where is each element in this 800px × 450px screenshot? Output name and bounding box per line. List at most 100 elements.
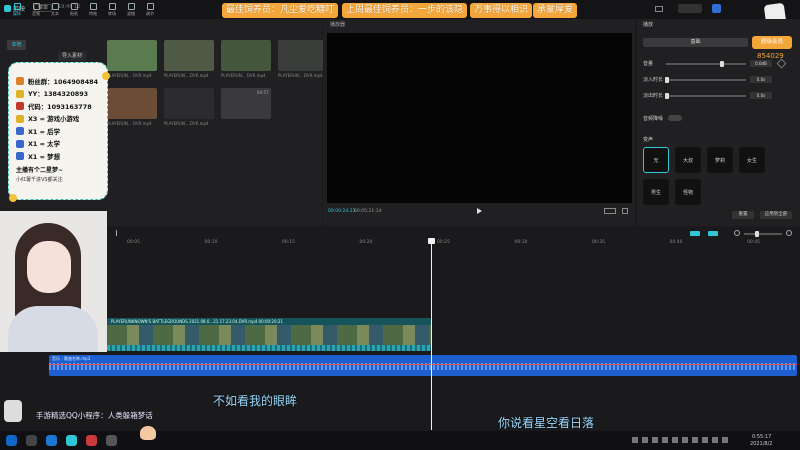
voice-effect-option[interactable]: 大叔: [675, 147, 701, 173]
fadein-value[interactable]: 0.0s: [750, 76, 772, 83]
timeline-tick-label: 00:10: [204, 240, 218, 245]
info-row: X1 = 太学: [16, 138, 101, 151]
fadein-slider[interactable]: [666, 79, 746, 81]
zoom-in-icon[interactable]: [786, 230, 792, 236]
toolbar-item[interactable]: 滤镜: [124, 2, 138, 18]
subtitle-left: 不如看我的眼眸: [213, 394, 298, 408]
fadeout-knob[interactable]: [665, 93, 669, 99]
mascot-icon: [4, 400, 22, 422]
voice-effect-option[interactable]: 男生: [643, 179, 669, 205]
zoom-knob[interactable]: [755, 231, 759, 237]
info-row: YY：1384320893: [16, 88, 101, 101]
toolbar-item-label: 转场: [108, 11, 116, 16]
fadeout-value[interactable]: 0.0s: [750, 92, 772, 99]
toolbar-item[interactable]: 调节: [143, 2, 157, 18]
toolbar-item-icon: [108, 3, 116, 10]
denoise-toggle[interactable]: [668, 115, 682, 121]
info-row-text: YY：1384320893: [28, 90, 89, 99]
media-clip-name: PLAYERUN... DVR.mp4: [107, 121, 152, 126]
fullscreen-icon[interactable]: [622, 208, 628, 214]
voice-effect-option[interactable]: 萝莉: [707, 147, 733, 173]
start-icon[interactable]: [6, 435, 17, 446]
zoom-out-icon[interactable]: [734, 230, 740, 236]
banner-3: 万事得以相识: [470, 3, 533, 18]
timeline-tick-label: 00:40: [669, 240, 683, 245]
media-clip-thumbnail[interactable]: [221, 40, 271, 71]
fadeout-label: 淡出时长: [643, 93, 664, 99]
denoise-label: 音频降噪: [643, 116, 664, 122]
toolbar-item[interactable]: 文本: [48, 2, 62, 18]
import-button[interactable]: 导入素材: [58, 52, 87, 61]
webcam-face: [27, 241, 71, 293]
audio-track-clip[interactable]: 音乐 - 歌曲名称.mp3: [49, 355, 797, 376]
volume-knob[interactable]: [720, 61, 724, 67]
link-icon[interactable]: [708, 231, 718, 236]
info-row-icon: [16, 114, 24, 123]
star-icon: [9, 194, 17, 202]
account-icon[interactable]: [712, 4, 721, 13]
info-row-icon: [16, 89, 24, 98]
media-clip-thumbnail[interactable]: [278, 40, 328, 71]
playhead-handle[interactable]: [428, 238, 435, 244]
fadeout-slider[interactable]: [666, 95, 746, 97]
banner-1: 最佳饲养员：凡尘爱吃糖叮: [222, 3, 339, 18]
media-clip-thumbnail[interactable]: [164, 40, 214, 71]
editor-app-icon[interactable]: [66, 435, 77, 446]
toolbar-item[interactable]: 音频: [29, 2, 43, 18]
volume-value[interactable]: 0.0dB: [750, 60, 772, 67]
props-header: 播放: [643, 22, 654, 28]
layout-icon[interactable]: [655, 6, 663, 12]
search-icon[interactable]: [26, 435, 37, 446]
preview-screen[interactable]: [327, 33, 632, 203]
toolbar-item-label: 音频: [32, 11, 40, 16]
info-footer-1: 主播有个二星梦~: [16, 166, 64, 174]
toolbar-item-icon: [32, 3, 40, 10]
video-track-label: PLAYERUNKNOWN'S BATTLEGROUNDS 2021.08.0.…: [107, 318, 431, 325]
system-tray-icons[interactable]: [632, 437, 728, 443]
toolbar-item[interactable]: 特效: [86, 2, 100, 18]
timeline-tick-label: 00:25: [437, 240, 450, 245]
voice-effect-option[interactable]: 女生: [739, 147, 765, 173]
taskbar-date: 2021/8/2: [750, 441, 773, 447]
toolbar-item-icon: [70, 3, 78, 10]
browser-icon[interactable]: [46, 435, 57, 446]
media-clip-thumbnail[interactable]: [107, 88, 157, 119]
media-clip-thumbnail[interactable]: [107, 40, 157, 71]
tab-basic[interactable]: 基础: [643, 38, 748, 47]
toolbar-item-label: 文本: [51, 11, 59, 16]
toolbar-item-icon: [51, 3, 59, 10]
timeline-tick-label: 00:05: [127, 240, 140, 245]
media-clip-name: PLAYERUN... DVR.mp4: [107, 73, 152, 78]
zoom-slider[interactable]: [744, 233, 782, 235]
split-icon[interactable]: [116, 230, 121, 236]
ratio-icon[interactable]: [604, 208, 616, 214]
voice-effect-option[interactable]: 无: [643, 147, 669, 173]
voice-effect-option[interactable]: 怪物: [675, 179, 701, 205]
star-icon: [102, 72, 110, 80]
player-current-time: 00:00:24:21: [328, 209, 356, 214]
apply-all-button[interactable]: 应用到全部: [760, 211, 792, 219]
player-total-time: 00:05:21:14: [354, 209, 382, 214]
toolbar-item[interactable]: 转场: [105, 2, 119, 18]
playhead[interactable]: [431, 238, 432, 430]
toolbar-item-label: 调节: [146, 11, 154, 16]
stream-app-icon[interactable]: [86, 435, 97, 446]
play-icon[interactable]: [477, 208, 482, 214]
tab-local[interactable]: 本地: [7, 40, 26, 50]
timeline-tick-label: 00:15: [282, 240, 295, 245]
video-track-clip[interactable]: PLAYERUNKNOWN'S BATTLEGROUNDS 2021.08.0.…: [107, 318, 431, 351]
fadein-knob[interactable]: [665, 77, 669, 83]
snap-icon[interactable]: [690, 231, 700, 236]
volume-slider[interactable]: [666, 63, 746, 65]
vip-button[interactable]: 超级会员: [752, 36, 792, 49]
reset-button[interactable]: 重置: [732, 211, 754, 219]
watermark-text: 手游精选QQ小程序：人类躲箱梦话: [36, 411, 153, 420]
app-icon[interactable]: [106, 435, 117, 446]
toolbar-item[interactable]: 媒体: [10, 2, 24, 18]
shortcut-button[interactable]: [678, 4, 702, 13]
webcam-shoulders: [8, 306, 98, 352]
media-clip-thumbnail[interactable]: [164, 88, 214, 119]
toolbar-item[interactable]: 贴纸: [67, 2, 81, 18]
media-clip-name: PLAYERUN... DVR.mp4: [164, 73, 209, 78]
media-clip-name: PLAYERUN... DVR.mp4: [221, 73, 266, 78]
